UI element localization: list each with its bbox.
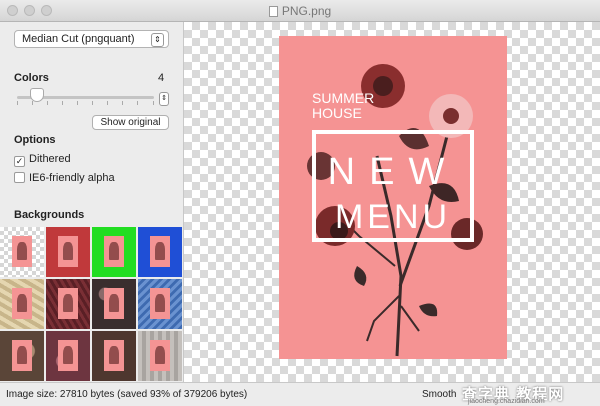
background-swatch-green[interactable] (92, 227, 136, 277)
background-swatch-brown-flowers[interactable] (92, 331, 136, 381)
summer-text: SUMMER (312, 90, 374, 106)
window-title: PNG.png (0, 4, 600, 18)
watermark-sub: jiaocheng.chazidian.com (468, 398, 545, 405)
background-swatch-blue-texture[interactable] (138, 279, 182, 329)
colors-label: Colors (14, 72, 49, 84)
app-window: PNG.png Median Cut (pngquant) ⇕ Colors 4… (0, 0, 600, 406)
background-swatch-grey-pattern[interactable] (138, 331, 182, 381)
ie6-alpha-option[interactable]: IE6-friendly alpha (14, 172, 115, 186)
document-icon (268, 6, 278, 17)
house-text: HOUSE (312, 105, 362, 121)
background-swatch-blue[interactable] (138, 227, 182, 277)
poster-art: SUMMER HOUSE NEW MENU (307, 64, 483, 357)
backgrounds-grid (0, 227, 183, 383)
backgrounds-label: Backgrounds (14, 209, 85, 221)
show-original-button[interactable]: Show original (92, 115, 169, 130)
new-text: NEW (328, 151, 459, 193)
background-swatch-rose-texture[interactable] (46, 331, 90, 381)
title-bar: PNG.png (0, 0, 600, 22)
ie6-alpha-checkbox[interactable] (14, 172, 25, 183)
ie6-alpha-label: IE6-friendly alpha (29, 172, 115, 184)
colors-slider-thumb[interactable] (30, 88, 44, 102)
background-swatch-floral-brown[interactable] (0, 331, 44, 381)
background-swatch-dark-red-texture[interactable] (46, 279, 90, 329)
sidebar: Median Cut (pngquant) ⇕ Colors 4 ⇕ Show … (0, 22, 184, 382)
background-swatch-yellow-texture[interactable] (0, 279, 44, 329)
chevron-updown-icon: ⇕ (151, 33, 164, 47)
image-size-status: Image size: 27810 bytes (saved 93% of 37… (6, 389, 248, 400)
dithered-label: Dithered (29, 153, 71, 165)
poster-image: SUMMER HOUSE NEW MENU (279, 36, 507, 359)
dithered-checkbox[interactable]: ✓ (14, 156, 25, 167)
algorithm-select-value: Median Cut (pngquant) (22, 33, 135, 45)
image-preview[interactable]: SUMMER HOUSE NEW MENU (184, 22, 600, 382)
menu-text: MENU (335, 198, 451, 236)
dithered-option[interactable]: ✓ Dithered (14, 153, 71, 167)
background-swatch-checkerboard[interactable] (0, 227, 44, 277)
background-swatch-red[interactable] (46, 227, 90, 277)
watermark: 查字典 教程网 jiaocheng.chazidian.com (462, 382, 600, 406)
colors-value: 4 (158, 72, 165, 84)
window-title-text: PNG.png (281, 4, 332, 18)
algorithm-select[interactable]: Median Cut (pngquant) ⇕ (14, 30, 169, 48)
smooth-scaling-label[interactable]: Smooth sca (422, 389, 456, 400)
options-label: Options (14, 134, 56, 146)
background-swatch-floral-dark[interactable] (92, 279, 136, 329)
colors-stepper[interactable]: ⇕ (159, 92, 169, 106)
